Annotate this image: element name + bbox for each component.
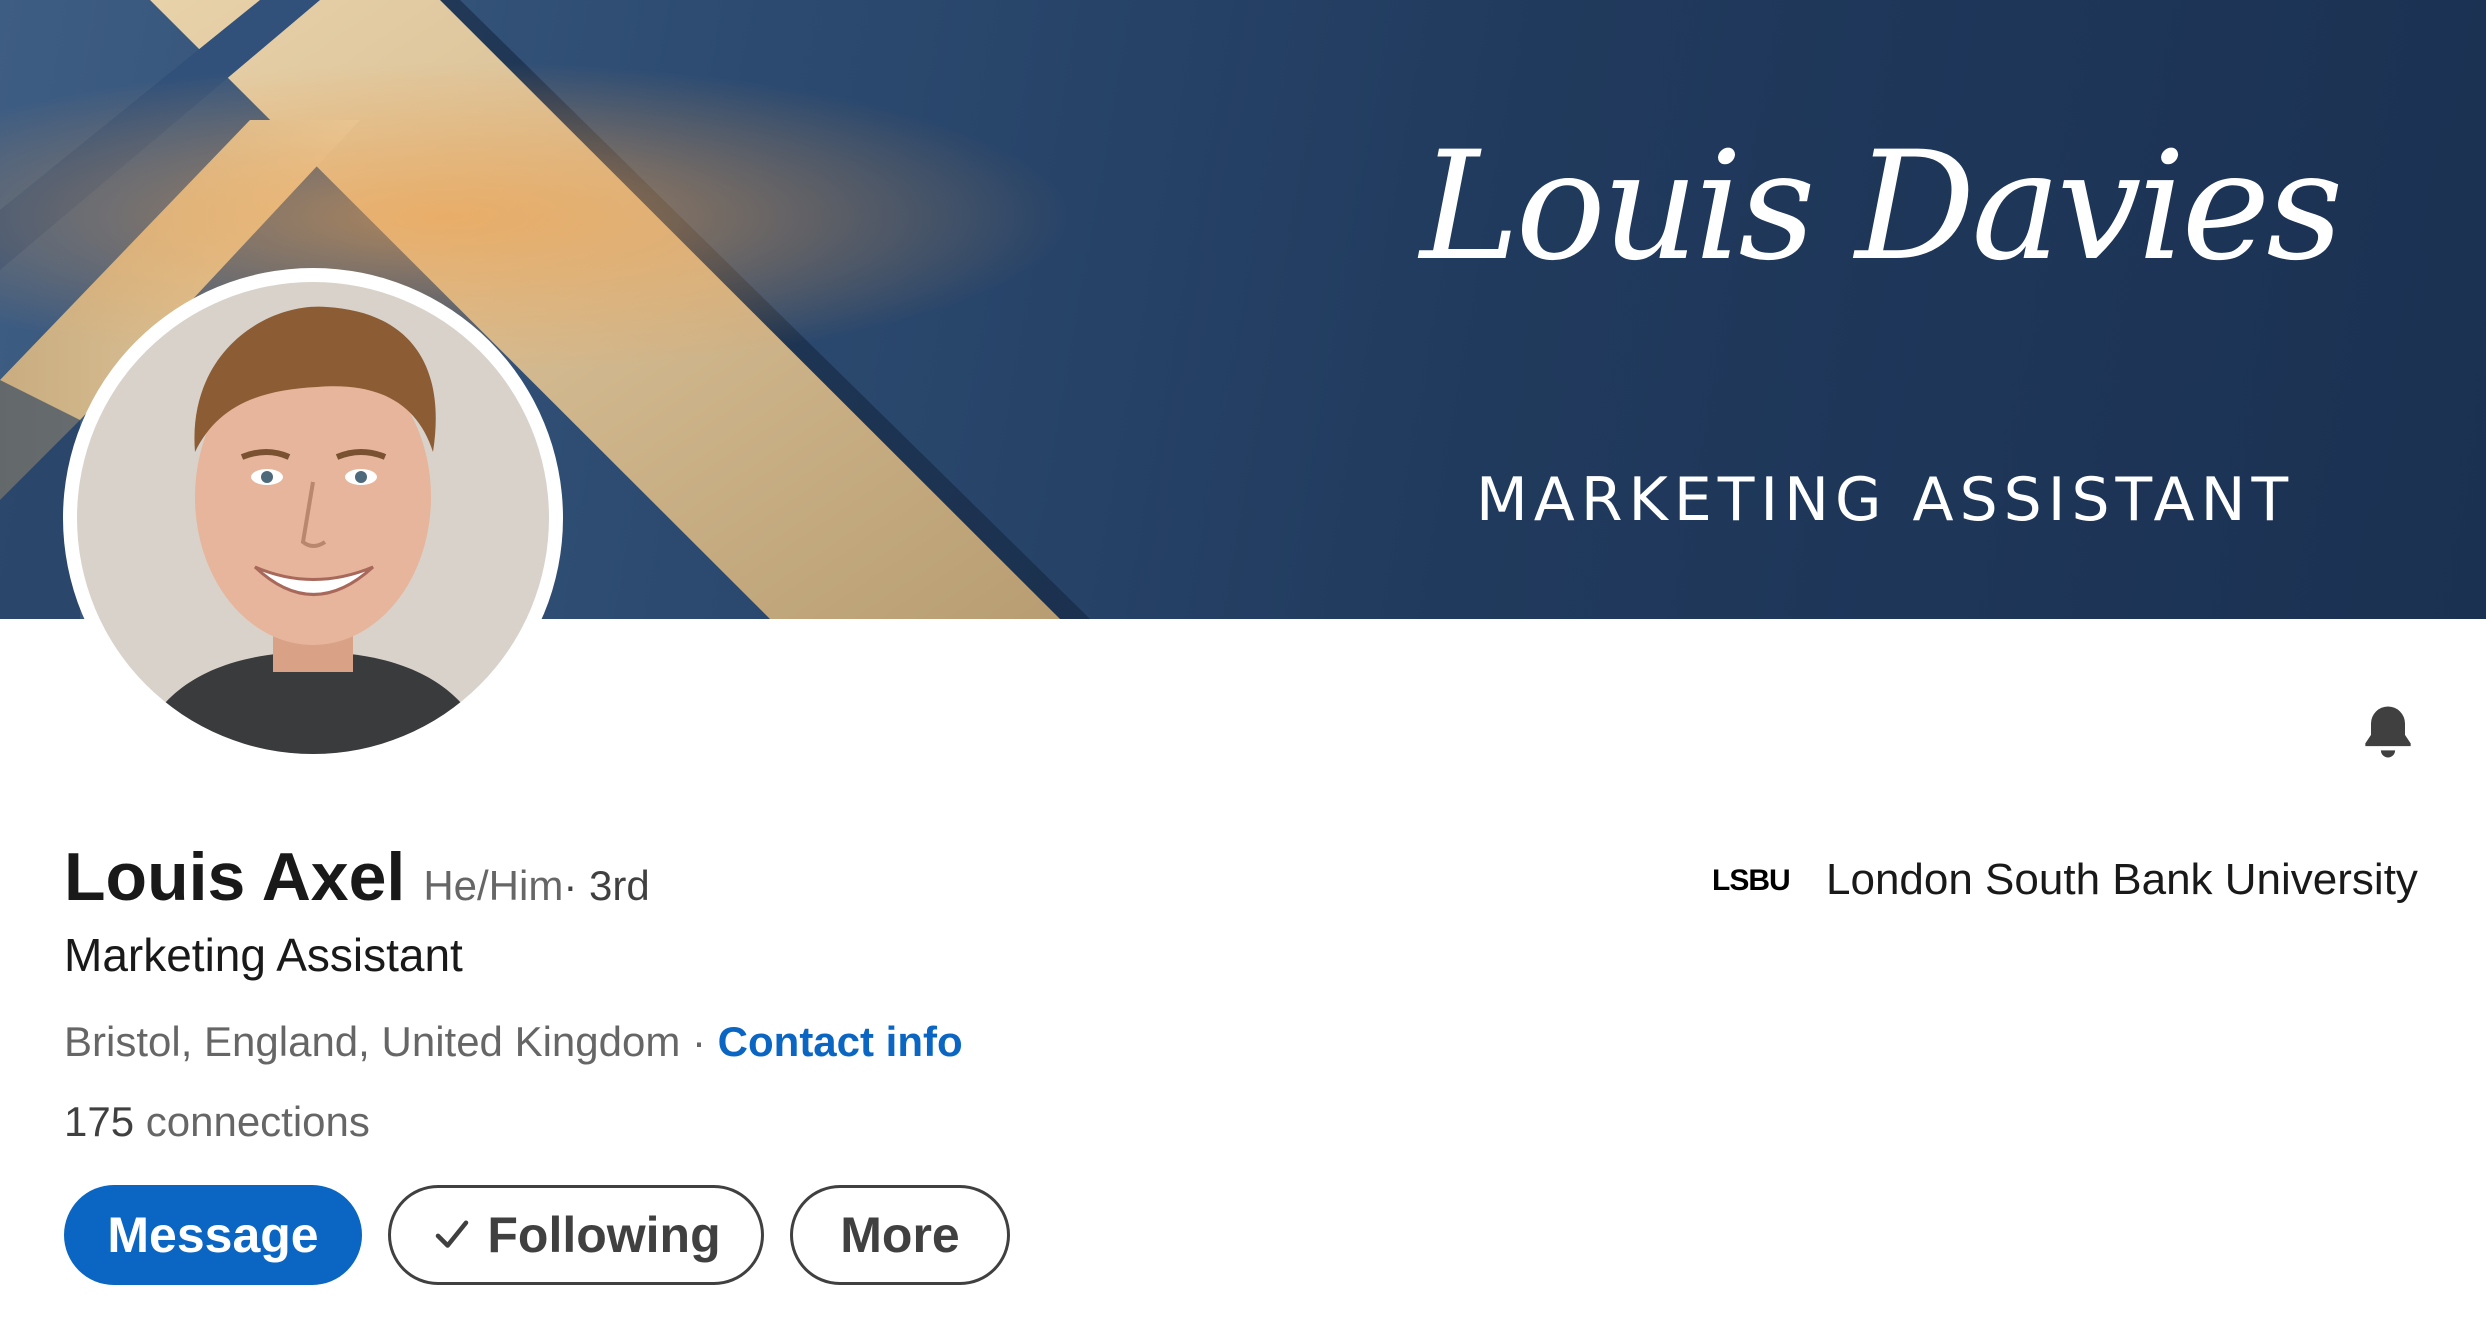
- checkmark-icon: [436, 1220, 469, 1248]
- education-logo[interactable]: LSBU: [1712, 864, 1791, 898]
- contact-info-link[interactable]: Contact info: [718, 1018, 963, 1065]
- location-separator: ·: [680, 1018, 718, 1065]
- profile-location: Bristol, England, United Kingdom: [64, 1018, 681, 1065]
- profile-pronouns: He/Him: [423, 862, 564, 909]
- banner-signature: Louis Davies: [1420, 120, 2343, 294]
- following-button[interactable]: Following: [388, 1185, 764, 1285]
- connections-label: connections: [134, 1098, 370, 1145]
- education-name[interactable]: London South Bank University: [1826, 855, 2418, 905]
- connection-degree: · 3rd: [563, 862, 650, 909]
- message-button[interactable]: Message: [64, 1185, 362, 1285]
- avatar[interactable]: [77, 282, 549, 754]
- avatar-photo: [77, 282, 549, 754]
- bell-icon: [2365, 706, 2411, 758]
- profile-name-row: Louis Axel He/Him · 3rd: [64, 838, 650, 928]
- connections-number: 175: [64, 1098, 135, 1145]
- profile-headline: Marketing Assistant: [64, 929, 463, 981]
- more-button-label: More: [840, 1207, 960, 1263]
- profile-name: Louis Axel: [64, 839, 406, 915]
- more-button[interactable]: More: [790, 1185, 1010, 1285]
- education-logo-text: LSBU: [1712, 864, 1791, 897]
- message-button-label: Message: [107, 1207, 319, 1263]
- notification-bell-button[interactable]: [2354, 698, 2422, 766]
- banner-subtitle: MARKETING ASSISTANT: [1476, 465, 2295, 535]
- location-row: Bristol, England, United Kingdom · Conta…: [64, 1018, 963, 1066]
- connections-count[interactable]: 175 connections: [64, 1098, 370, 1146]
- following-button-label: Following: [487, 1207, 721, 1263]
